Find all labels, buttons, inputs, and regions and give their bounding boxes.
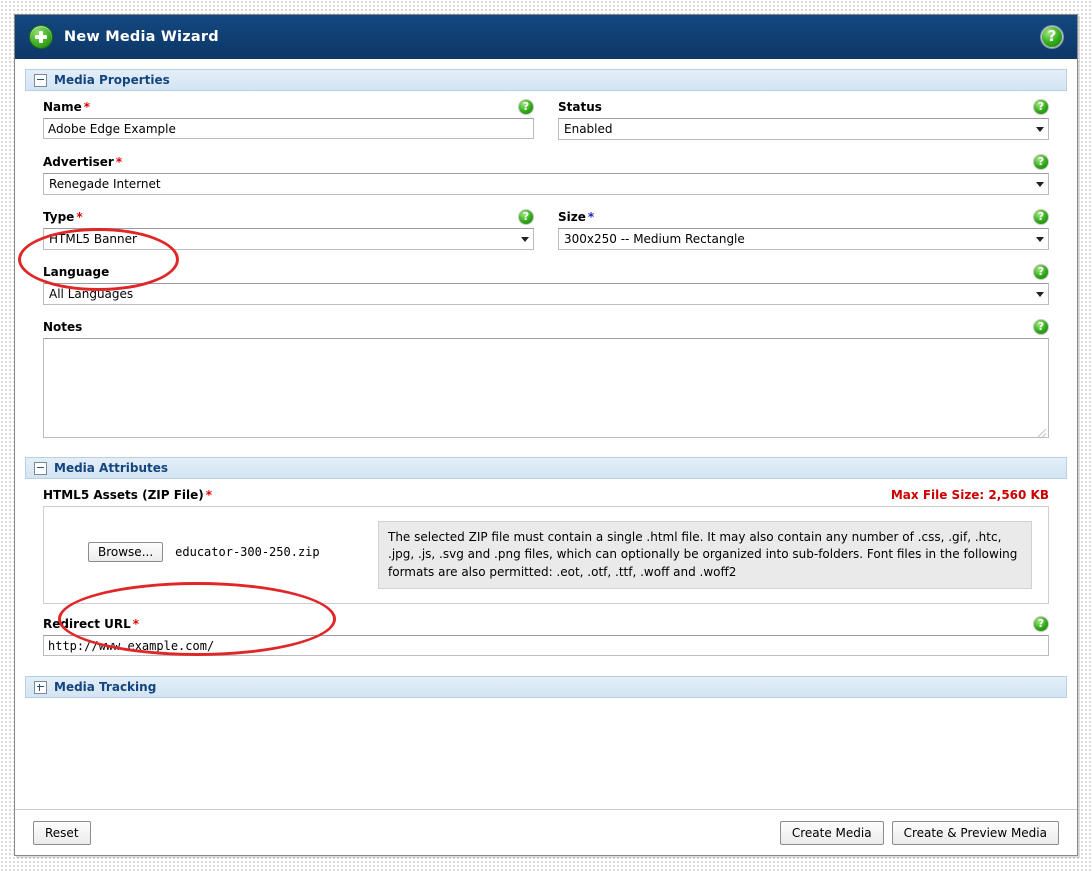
redirect-url-input[interactable] xyxy=(43,635,1049,657)
page-title: New Media Wizard xyxy=(64,29,219,45)
media-properties-form: Name* ? Status ? Enabled xyxy=(25,99,1067,441)
help-glyph: ? xyxy=(1037,265,1045,278)
required-asterisk: * xyxy=(76,210,83,224)
create-and-preview-media-button[interactable]: Create & Preview Media xyxy=(891,820,1059,845)
type-selected-value: HTML5 Banner xyxy=(49,232,137,246)
label-name: Name * xyxy=(43,100,91,114)
help-icon-type[interactable]: ? xyxy=(518,209,534,225)
section-header-media-attributes[interactable]: Media Attributes xyxy=(25,457,1067,479)
notes-textarea[interactable] xyxy=(43,338,1049,438)
help-icon-name[interactable]: ? xyxy=(518,99,534,115)
help-glyph: ? xyxy=(1047,27,1057,45)
required-asterisk: * xyxy=(205,488,213,502)
row-name-status: Name* ? Status ? Enabled xyxy=(43,99,1049,140)
file-picker-group: Browse... educator-300-250.zip xyxy=(60,521,378,562)
selected-file-name: educator-300-250.zip xyxy=(175,545,320,559)
footer-bar: Reset Create Media Create & Preview Medi… xyxy=(15,809,1077,855)
required-asterisk: * xyxy=(132,617,140,632)
label-notes: Notes xyxy=(43,320,83,334)
wizard-body: Media Properties Name* ? Status ? xyxy=(15,59,1077,855)
reset-button[interactable]: Reset xyxy=(33,820,91,845)
section-header-media-properties[interactable]: Media Properties xyxy=(25,69,1067,91)
type-select[interactable]: HTML5 Banner xyxy=(43,228,534,250)
language-selected-value: All Languages xyxy=(49,287,134,301)
label-type: Type * xyxy=(43,210,83,224)
field-advertiser: Advertiser * ? Renegade Internet xyxy=(43,154,1049,195)
field-status: Status ? Enabled xyxy=(558,99,1049,140)
required-asterisk: * xyxy=(115,155,123,169)
language-select[interactable]: All Languages xyxy=(43,283,1049,305)
field-type: Type * ? HTML5 Banner xyxy=(43,209,534,250)
row-notes: Notes ? xyxy=(43,319,1049,441)
row-redirect-url: Redirect URL * ? xyxy=(43,616,1049,657)
help-icon-language[interactable]: ? xyxy=(1033,264,1049,280)
label-status: Status xyxy=(558,100,602,114)
help-glyph: ? xyxy=(1037,100,1045,113)
collapse-minus-icon[interactable] xyxy=(34,461,47,475)
help-icon-size[interactable]: ? xyxy=(1033,209,1049,225)
field-name: Name * ? xyxy=(43,99,534,140)
field-notes: Notes ? xyxy=(43,319,1049,441)
label-size: Size * xyxy=(558,210,595,224)
advertiser-select[interactable]: Renegade Internet xyxy=(43,173,1049,195)
required-asterisk: * xyxy=(587,210,595,224)
help-glyph: ? xyxy=(1037,155,1045,168)
field-html5-assets: HTML5 Assets (ZIP File) * Max File Size: … xyxy=(43,487,1049,605)
expand-plus-icon[interactable] xyxy=(34,680,47,694)
row-language: Language ? All Languages xyxy=(43,264,1049,305)
required-asterisk: * xyxy=(83,100,91,114)
collapse-minus-icon[interactable] xyxy=(34,73,47,87)
chevron-down-icon xyxy=(521,236,529,242)
help-glyph: ? xyxy=(522,100,530,113)
browse-button[interactable]: Browse... xyxy=(88,542,164,562)
new-media-wizard-window: New Media Wizard ? Media Properties Name… xyxy=(14,14,1078,856)
chevron-down-icon xyxy=(1036,291,1044,297)
label-redirect-url: Redirect URL * xyxy=(43,617,140,632)
help-icon-status[interactable]: ? xyxy=(1033,99,1049,115)
section-title-media-attributes: Media Attributes xyxy=(54,461,168,475)
section-title-media-properties: Media Properties xyxy=(54,73,170,87)
help-icon-notes[interactable]: ? xyxy=(1033,319,1049,335)
media-attributes-form: HTML5 Assets (ZIP File) * Max File Size: … xyxy=(25,487,1067,657)
help-icon-advertiser[interactable]: ? xyxy=(1033,154,1049,170)
upload-panel: Browse... educator-300-250.zip The selec… xyxy=(43,506,1049,605)
help-icon-redirect-url[interactable]: ? xyxy=(1033,616,1049,633)
field-language: Language ? All Languages xyxy=(43,264,1049,305)
size-select[interactable]: 300x250 -- Medium Rectangle xyxy=(558,228,1049,250)
max-file-size-note: Max File Size: 2,560 KB xyxy=(890,488,1049,502)
label-language: Language xyxy=(43,265,110,279)
name-input[interactable] xyxy=(43,118,534,139)
help-question-icon[interactable]: ? xyxy=(1041,26,1063,48)
upload-info-text: The selected ZIP file must contain a sin… xyxy=(378,521,1032,590)
label-html5-assets: HTML5 Assets (ZIP File) * xyxy=(43,488,213,502)
plus-circle-icon xyxy=(29,25,53,49)
help-glyph: ? xyxy=(1037,617,1045,631)
size-selected-value: 300x250 -- Medium Rectangle xyxy=(564,232,745,246)
help-glyph: ? xyxy=(1037,210,1045,223)
row-html5-assets: HTML5 Assets (ZIP File) * Max File Size: … xyxy=(43,487,1049,605)
section-title-media-tracking: Media Tracking xyxy=(54,680,157,695)
status-select[interactable]: Enabled xyxy=(558,118,1049,140)
section-header-media-tracking[interactable]: Media Tracking xyxy=(25,676,1067,699)
chevron-down-icon xyxy=(1036,236,1044,242)
help-glyph: ? xyxy=(1037,320,1045,333)
field-size: Size * ? 300x250 -- Medium Rectangle xyxy=(558,209,1049,250)
help-glyph: ? xyxy=(522,210,530,223)
field-redirect-url: Redirect URL * ? xyxy=(43,616,1049,657)
window-titlebar: New Media Wizard ? xyxy=(15,15,1077,59)
row-advertiser: Advertiser * ? Renegade Internet xyxy=(43,154,1049,195)
label-advertiser: Advertiser * xyxy=(43,155,123,169)
create-media-button[interactable]: Create Media xyxy=(779,820,884,845)
chevron-down-icon xyxy=(1036,181,1044,187)
advertiser-selected-value: Renegade Internet xyxy=(49,177,161,191)
chevron-down-icon xyxy=(1036,126,1044,132)
status-selected-value: Enabled xyxy=(564,122,613,136)
row-type-size: Type * ? HTML5 Banner Size * ? 300x250 -- … xyxy=(43,209,1049,250)
